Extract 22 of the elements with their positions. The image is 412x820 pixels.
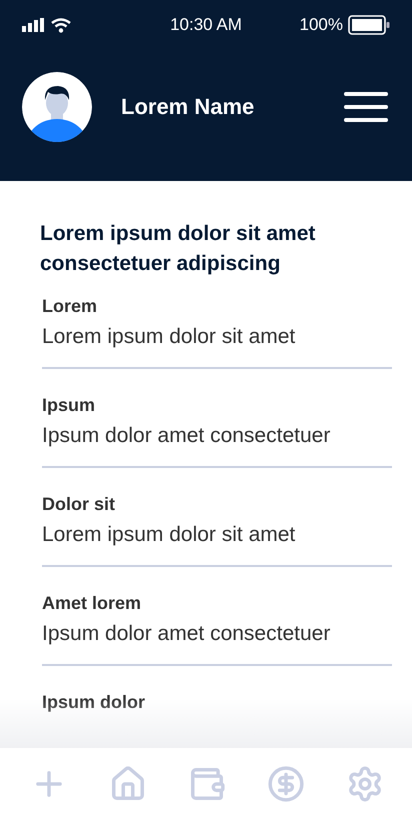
dollar-icon[interactable] bbox=[267, 765, 305, 803]
signal-icon bbox=[22, 18, 46, 32]
field-label: Dolor sit bbox=[42, 493, 116, 516]
menu-button[interactable] bbox=[344, 92, 388, 122]
field-label: Ipsum bbox=[42, 394, 96, 417]
avatar-icon bbox=[22, 72, 92, 142]
field-value: Ipsum dolor amet consectetuer bbox=[42, 423, 332, 449]
page-title: Lorem ipsum dolor sit amet consectetuer adipiscing bbox=[40, 221, 316, 277]
status-time: 10:30 AM bbox=[170, 15, 242, 35]
user-name: Lorem Name bbox=[121, 94, 256, 120]
battery-icon bbox=[348, 15, 390, 35]
field-label: Ipsum dolor bbox=[42, 691, 146, 714]
field-value: Lorem ipsum dolor sit amet bbox=[42, 324, 296, 350]
wifi-icon bbox=[51, 18, 71, 32]
wallet-icon[interactable] bbox=[188, 765, 226, 803]
field-label: Lorem bbox=[42, 295, 98, 318]
field-value: Ipsum dolor amet consectetuer bbox=[42, 621, 332, 647]
home-icon[interactable] bbox=[109, 765, 147, 803]
field-value: Lorem ipsum dolor sit amet bbox=[42, 522, 296, 548]
battery-percent: 100% bbox=[300, 15, 343, 35]
settings-icon[interactable] bbox=[346, 765, 384, 803]
field-label: Amet lorem bbox=[42, 592, 142, 615]
